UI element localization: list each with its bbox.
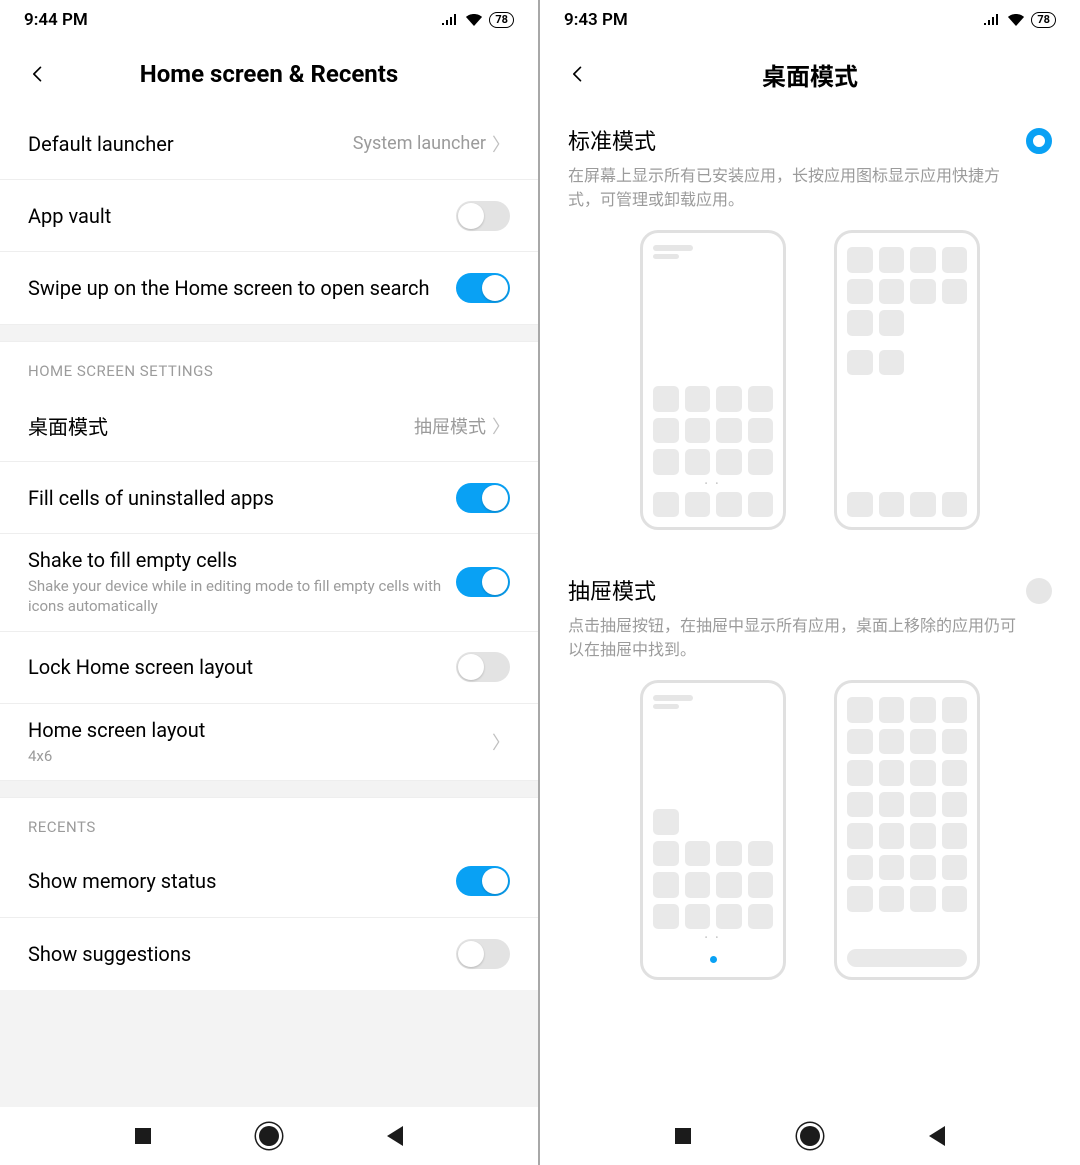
preview-row: • • <box>568 212 1052 550</box>
signal-icon <box>441 13 459 27</box>
section-header-home: HOME SCREEN SETTINGS <box>0 342 538 390</box>
mode-desc: 点击抽屉按钮，在抽屉中显示所有应用，桌面上移除的应用仍可以在抽屉中找到。 <box>568 614 1016 662</box>
label: Lock Home screen layout <box>28 655 456 679</box>
toggle-suggestions[interactable] <box>456 939 510 969</box>
mode-title: 标准模式 <box>568 124 1016 156</box>
radio-selected-icon[interactable] <box>1026 128 1052 154</box>
label: 桌面模式 <box>28 411 414 440</box>
toggle-shake-fill[interactable] <box>456 567 510 597</box>
chevron-right-icon: 〉 <box>492 131 510 157</box>
battery-indicator: 78 <box>489 12 514 28</box>
back-icon[interactable] <box>568 64 588 84</box>
preview-phone: • • <box>640 680 786 980</box>
preview-phone: • • <box>640 230 786 530</box>
status-time: 9:43 PM <box>564 10 628 30</box>
row-default-launcher[interactable]: Default launcher System launcher 〉 <box>0 108 538 180</box>
wifi-icon <box>1007 13 1025 27</box>
nav-recents-icon[interactable] <box>132 1125 154 1147</box>
toggle-memory[interactable] <box>456 866 510 896</box>
row-desktop-mode[interactable]: 桌面模式 抽屉模式 〉 <box>0 390 538 462</box>
headerbar: 桌面模式 <box>540 40 1080 108</box>
section-gap <box>0 324 538 342</box>
mode-option-standard[interactable]: 标准模式 在屏幕上显示所有已安装应用，长按应用图标显示应用快捷方式，可管理或卸载… <box>540 108 1080 558</box>
content-right: 标准模式 在屏幕上显示所有已安装应用，长按应用图标显示应用快捷方式，可管理或卸载… <box>540 108 1080 1107</box>
page-title: 桌面模式 <box>762 57 858 92</box>
radio-unselected-icon[interactable] <box>1026 578 1052 604</box>
toggle-swipe-search[interactable] <box>456 273 510 303</box>
battery-indicator: 78 <box>1031 12 1056 28</box>
status-icons: 78 <box>441 12 514 28</box>
chevron-right-icon: 〉 <box>492 413 510 439</box>
section-gap <box>0 780 538 798</box>
section-header-recents: RECENTS <box>0 798 538 846</box>
sublabel: 4x6 <box>28 746 492 766</box>
page-title: Home screen & Recents <box>140 60 398 88</box>
nav-recents-icon[interactable] <box>672 1125 694 1147</box>
phone-left: 9:44 PM 78 Home screen & Recents Default… <box>0 0 540 1165</box>
label: Home screen layout <box>28 718 492 742</box>
mode-title: 抽屉模式 <box>568 574 1016 606</box>
content-left: Default launcher System launcher 〉 App v… <box>0 108 538 1107</box>
mode-option-drawer[interactable]: 抽屉模式 点击抽屉按钮，在抽屉中显示所有应用，桌面上移除的应用仍可以在抽屉中找到… <box>540 558 1080 1008</box>
value: 抽屉模式 <box>414 413 486 439</box>
preview-phone <box>834 680 980 980</box>
row-lock-layout[interactable]: Lock Home screen layout <box>0 632 538 704</box>
label: App vault <box>28 204 456 228</box>
chevron-right-icon: 〉 <box>492 729 510 755</box>
row-swipe-search[interactable]: Swipe up on the Home screen to open sear… <box>0 252 538 324</box>
signal-icon <box>983 13 1001 27</box>
navbar <box>540 1107 1080 1165</box>
back-icon[interactable] <box>28 64 48 84</box>
sublabel: Shake your device while in editing mode … <box>28 576 456 617</box>
row-app-vault[interactable]: App vault <box>0 180 538 252</box>
row-fill-cells[interactable]: Fill cells of uninstalled apps <box>0 462 538 534</box>
navbar <box>0 1107 538 1165</box>
wifi-icon <box>465 13 483 27</box>
label: Show suggestions <box>28 942 456 966</box>
nav-home-icon[interactable] <box>258 1125 280 1147</box>
label: Show memory status <box>28 869 456 893</box>
toggle-app-vault[interactable] <box>456 201 510 231</box>
preview-row: • • <box>568 662 1052 1000</box>
label: Fill cells of uninstalled apps <box>28 486 456 510</box>
nav-back-icon[interactable] <box>926 1125 948 1147</box>
row-shake-fill[interactable]: Shake to fill empty cells Shake your dev… <box>0 534 538 632</box>
nav-home-icon[interactable] <box>799 1125 821 1147</box>
toggle-fill-cells[interactable] <box>456 483 510 513</box>
filler <box>0 990 538 1107</box>
label: Default launcher <box>28 132 353 156</box>
label: Shake to fill empty cells <box>28 548 456 572</box>
statusbar: 9:43 PM 78 <box>540 0 1080 40</box>
preview-phone <box>834 230 980 530</box>
row-memory-status[interactable]: Show memory status <box>0 846 538 918</box>
phone-right: 9:43 PM 78 桌面模式 标准模式 在屏幕上显示所有已安装应用，长按应用图… <box>540 0 1080 1165</box>
search-pill-icon <box>847 949 967 967</box>
status-icons: 78 <box>983 12 1056 28</box>
mode-desc: 在屏幕上显示所有已安装应用，长按应用图标显示应用快捷方式，可管理或卸载应用。 <box>568 164 1016 212</box>
statusbar: 9:44 PM 78 <box>0 0 538 40</box>
toggle-lock-layout[interactable] <box>456 652 510 682</box>
row-suggestions[interactable]: Show suggestions <box>0 918 538 990</box>
value: System launcher <box>353 133 486 154</box>
label: Swipe up on the Home screen to open sear… <box>28 276 456 300</box>
drawer-dot-icon <box>710 956 717 963</box>
nav-back-icon[interactable] <box>384 1125 406 1147</box>
row-screen-layout[interactable]: Home screen layout 4x6 〉 <box>0 704 538 780</box>
status-time: 9:44 PM <box>24 10 88 30</box>
headerbar: Home screen & Recents <box>0 40 538 108</box>
